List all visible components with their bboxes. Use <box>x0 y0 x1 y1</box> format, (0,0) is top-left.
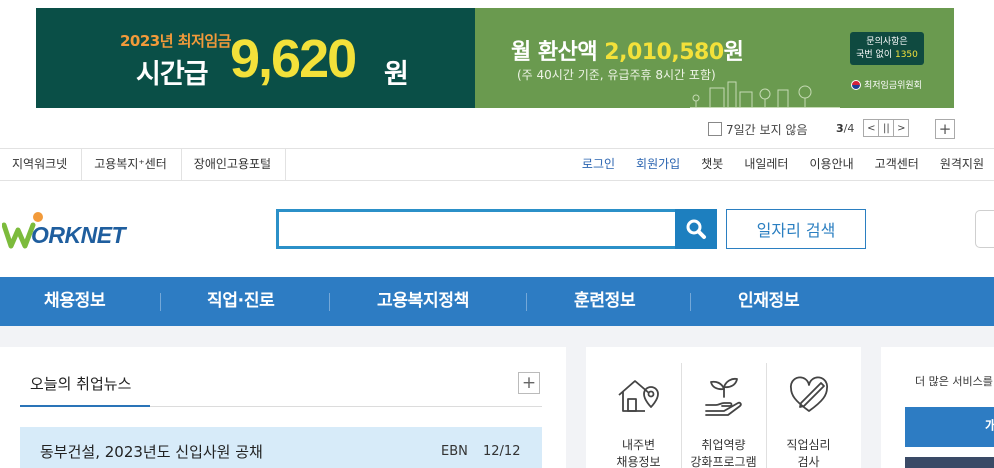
banner-year-label: 2023년 최저임금 <box>120 32 231 50</box>
global-links: 로그인 회원가입 챗봇 내일레터 이용안내 고객센터 원격지원 <box>561 149 984 180</box>
hide-banner-control[interactable]: 7일간 보지 않음 <box>708 119 808 139</box>
news-title: 오늘의 취업뉴스 <box>30 375 132 393</box>
service-nearby-jobs[interactable]: 내주변 채용정보 <box>596 363 681 468</box>
service-psychology-test-label: 직업심리 검사 <box>766 437 851 468</box>
search-input[interactable] <box>279 212 675 246</box>
nav-employment-welfare[interactable]: 고용복지정책 <box>377 277 469 326</box>
more-services-panel: 더 많은 서비스를 개 <box>881 347 994 468</box>
search-button[interactable] <box>675 209 717 249</box>
nav-training[interactable]: 훈련정보 <box>574 277 636 326</box>
more-services-text: 더 많은 서비스를 <box>915 375 993 388</box>
quick-services-panel: 내주변 채용정보 취업역량 강화프로그램 직업심리 검사 <box>586 347 861 468</box>
service-label-line2: 채용정보 <box>616 455 661 468</box>
login-link[interactable]: 로그인 <box>582 149 615 180</box>
inquiry-line2-wrap: 국번 없이 1350 <box>850 49 924 62</box>
taegeuk-icon <box>851 79 861 90</box>
pause-banner-button[interactable]: || <box>878 119 895 137</box>
nav-divider <box>690 293 691 311</box>
banner-hourly-label: 시간급 <box>136 59 209 90</box>
chatbot-link[interactable]: 챗봇 <box>701 149 723 180</box>
search-box <box>276 209 717 249</box>
pager-current: 3 <box>836 121 844 135</box>
banner-pager: 3 /4 < || > <box>836 119 910 137</box>
worknet-logo[interactable]: ORKNET <box>1 210 152 250</box>
org-name: 최저임금위원회 <box>864 81 922 91</box>
nav-talent[interactable]: 인재정보 <box>738 277 800 326</box>
news-more-button[interactable]: + <box>518 372 540 394</box>
news-item-date: 12/12 <box>483 444 521 459</box>
expand-banner-button[interactable]: + <box>935 119 955 139</box>
family-site-disabled-portal[interactable]: 장애인고용포털 <box>182 149 287 180</box>
banner-monthly-amount: 월 환산액 2,010,580원 <box>511 34 744 66</box>
service-employment-program[interactable]: 취업역량 강화프로그램 <box>681 363 766 468</box>
house-pin-icon <box>617 380 659 412</box>
inquiry-line1: 문의사항은 <box>866 37 908 47</box>
banner-right-panel: 월 환산액 2,010,580원 (주 40시간 기준, 유급주휴 8시간 포함… <box>475 8 954 108</box>
news-item-title: 동부건설, 2023년도 신입사원 공채 <box>40 443 263 461</box>
job-search-button[interactable]: 일자리 검색 <box>726 209 866 249</box>
next-banner-button[interactable]: > <box>893 119 910 137</box>
family-site-welfare-center[interactable]: 고용복지⁺센터 <box>82 149 182 180</box>
inquiry-number: 1350 <box>894 50 918 60</box>
news-item-source: EBN <box>441 444 468 459</box>
family-sites: 지역워크넷 고용복지⁺센터 장애인고용포털 <box>0 149 287 180</box>
sprout-hand-icon <box>704 377 742 416</box>
service-label-line1: 취업역량 <box>701 438 746 452</box>
city-skyline-icon <box>690 81 840 108</box>
inquiry-box: 문의사항은 국번 없이 1350 <box>850 32 924 65</box>
nav-divider <box>160 293 161 311</box>
hide-week-checkbox[interactable] <box>708 122 722 136</box>
hide-week-label: 7일간 보지 않음 <box>726 122 808 137</box>
nav-divider <box>526 293 527 311</box>
nav-career[interactable]: 직업·진로 <box>207 277 275 326</box>
logo-text: ORKNET <box>31 222 126 248</box>
nav-divider <box>329 293 330 311</box>
heart-pen-icon <box>789 376 828 412</box>
service-label-line1: 내주변 <box>621 438 656 452</box>
banner-month-prefix: 월 환산액 <box>511 40 605 65</box>
banner-note: (주 40시간 기준, 유급주휴 8시간 포함) <box>517 68 716 82</box>
service-label-line1: 직업심리 <box>786 438 831 452</box>
service-label-line2: 강화프로그램 <box>690 455 757 468</box>
customer-center-link[interactable]: 고객센터 <box>875 149 919 180</box>
prev-banner-button[interactable]: < <box>863 119 880 137</box>
service-label-line2: 검사 <box>797 455 820 468</box>
org-label: 최저임금위원회 <box>851 78 922 91</box>
edge-tool-button[interactable] <box>975 210 994 248</box>
service-psychology-test[interactable]: 직업심리 검사 <box>766 363 851 468</box>
utility-bar: 지역워크넷 고용복지⁺센터 장애인고용포털 로그인 회원가입 챗봇 내일레터 이… <box>0 148 994 181</box>
more-services-button[interactable]: 개 <box>905 407 994 447</box>
service-nearby-jobs-label: 내주변 채용정보 <box>596 437 681 468</box>
pager-total: /4 <box>843 121 855 135</box>
news-list-item[interactable]: 동부건설, 2023년도 신입사원 공채 EBN 12/12 <box>20 427 542 468</box>
banner-month-suffix: 원 <box>723 40 744 65</box>
banner-won-unit: 원 <box>384 59 409 90</box>
banner-hourly-amount: 9,620 <box>230 29 357 89</box>
usage-guide-link[interactable]: 이용안내 <box>809 149 853 180</box>
inquiry-line2: 국번 없이 <box>856 50 895 60</box>
remote-support-link[interactable]: 원격지원 <box>940 149 984 180</box>
banner-month-amount: 2,010,580 <box>604 40 724 65</box>
banner-left-panel: 2023년 최저임금 시간급 9,620 원 <box>36 8 475 108</box>
promo-banner[interactable]: 2023년 최저임금 시간급 9,620 원 월 환산액 2,010,580원 … <box>36 8 954 108</box>
main-nav: 채용정보 직업·진로 고용복지정책 훈련정보 인재정보 <box>0 277 994 326</box>
signup-link[interactable]: 회원가입 <box>636 149 680 180</box>
service-employment-program-label: 취업역량 강화프로그램 <box>681 437 766 468</box>
secondary-service-button[interactable] <box>905 457 994 468</box>
news-tab-underline <box>20 405 150 407</box>
family-site-local-worknet[interactable]: 지역워크넷 <box>0 149 83 180</box>
naeil-letter-link[interactable]: 내일레터 <box>744 149 788 180</box>
search-icon <box>686 219 706 239</box>
nav-recruitment[interactable]: 채용정보 <box>44 277 106 326</box>
